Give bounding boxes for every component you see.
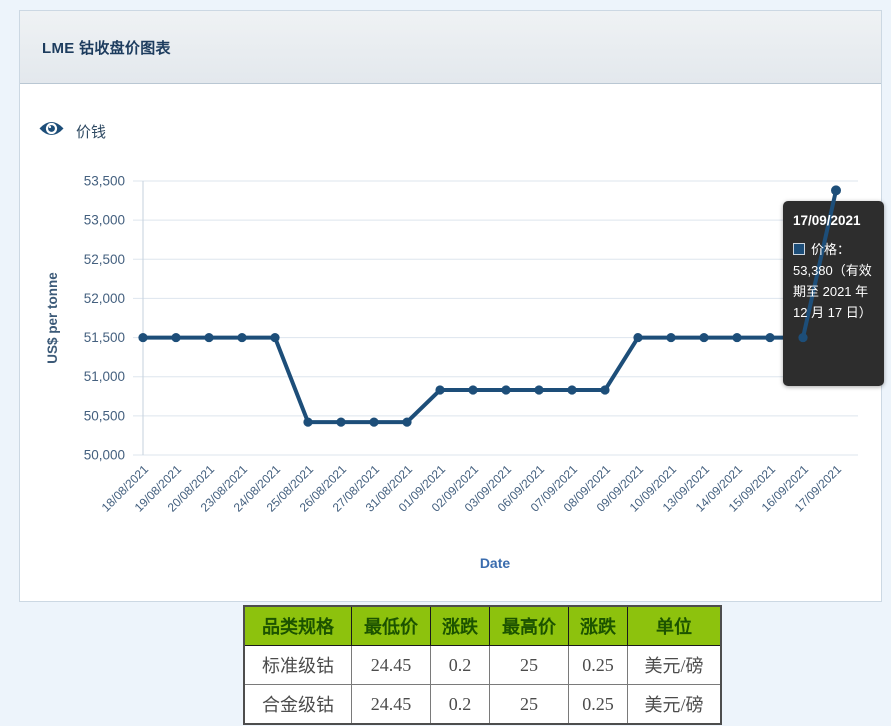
- legend-item-price[interactable]: 价钱: [38, 119, 106, 143]
- page-title: LME 钴收盘价图表: [42, 37, 171, 58]
- table-header-cell: 单位: [628, 606, 722, 646]
- table-cell: 合金级钴: [244, 685, 352, 725]
- table-cell: 标准级钴: [244, 646, 352, 685]
- tooltip-body: 价格： 53,380（有效期至 2021 年 12 月 17 日）: [793, 239, 876, 323]
- table-cell: 0.2: [431, 646, 490, 685]
- table-row: 标准级钴24.450.2250.25美元/磅: [244, 646, 721, 685]
- table-cell: 0.2: [431, 685, 490, 725]
- table-header-cell: 品类规格: [244, 606, 352, 646]
- price-table: 品类规格最低价涨跌最高价涨跌单位 标准级钴24.450.2250.25美元/磅合…: [243, 605, 722, 725]
- chart-card: LME 钴收盘价图表: [19, 10, 882, 602]
- series-marker-icon: [793, 243, 805, 255]
- table-header-cell: 涨跌: [431, 606, 490, 646]
- table-cell: 24.45: [352, 685, 431, 725]
- table-header-cell: 最高价: [490, 606, 569, 646]
- tooltip-value: 53,380（有效期至 2021 年 12 月 17 日）: [793, 263, 872, 320]
- eye-icon: [38, 119, 65, 143]
- table-header-cell: 最低价: [352, 606, 431, 646]
- table-cell: 美元/磅: [628, 685, 722, 725]
- tooltip-date: 17/09/2021: [793, 213, 876, 228]
- table-cell: 美元/磅: [628, 646, 722, 685]
- chart-tooltip-content: 17/09/2021 价格： 53,380（有效期至 2021 年 12 月 17…: [783, 201, 884, 386]
- price-table-body: 标准级钴24.450.2250.25美元/磅合金级钴24.450.2250.25…: [244, 646, 721, 725]
- table-cell: 25: [490, 646, 569, 685]
- table-cell: 0.25: [569, 646, 628, 685]
- table-row: 合金级钴24.450.2250.25美元/磅: [244, 685, 721, 725]
- price-table-head: 品类规格最低价涨跌最高价涨跌单位: [244, 606, 721, 646]
- table-cell: 0.25: [569, 685, 628, 725]
- legend-label: 价钱: [76, 121, 106, 142]
- tooltip-series-label: 价格：: [811, 242, 850, 257]
- card-header: LME 钴收盘价图表: [20, 11, 881, 84]
- table-cell: 24.45: [352, 646, 431, 685]
- table-cell: 25: [490, 685, 569, 725]
- table-header-cell: 涨跌: [569, 606, 628, 646]
